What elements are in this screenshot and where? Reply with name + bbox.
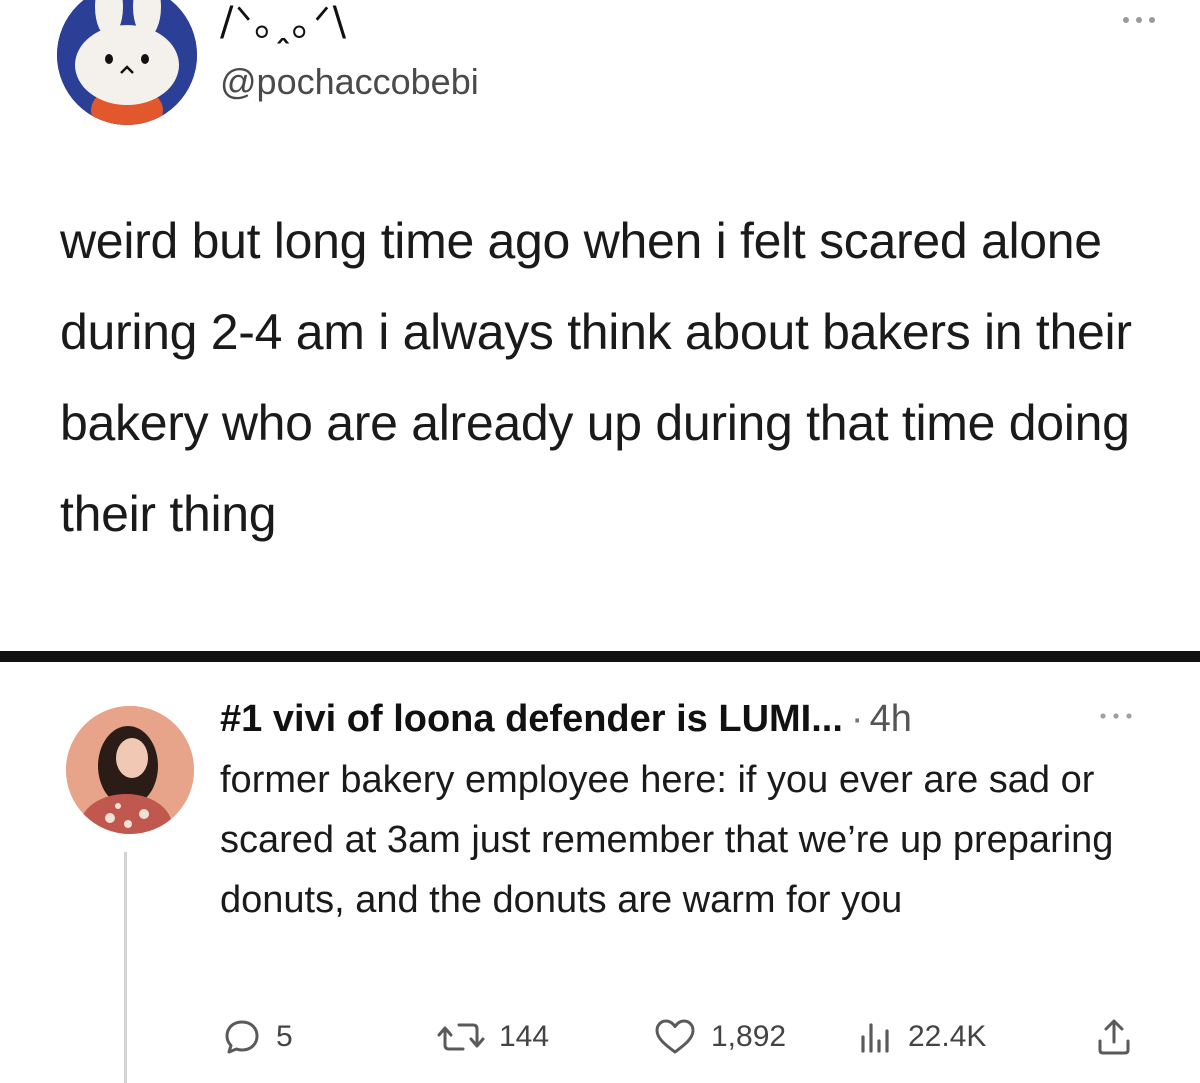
- divider: [0, 651, 1200, 662]
- view-count: 22.4K: [908, 1020, 987, 1053]
- share-button[interactable]: [1094, 1014, 1134, 1060]
- person-avatar-icon: [66, 706, 194, 834]
- reply-timestamp[interactable]: 4h: [870, 698, 912, 740]
- reply-display-name[interactable]: #1 vivi of loona defender is LUMI...: [220, 698, 843, 740]
- reply-more-options-button[interactable]: [1096, 708, 1136, 724]
- more-options-button[interactable]: [1118, 8, 1160, 32]
- reply-text: former bakery employee here: if you ever…: [220, 759, 1114, 921]
- avatar[interactable]: [57, 0, 197, 125]
- bunny-avatar-icon: [57, 0, 197, 125]
- repost-count: 144: [499, 1020, 550, 1053]
- bar-chart-icon: [861, 1023, 889, 1053]
- more-horizontal-icon: [1100, 713, 1132, 719]
- repost-arrows-icon: [437, 1023, 485, 1051]
- comment-bubble-icon: [225, 1020, 259, 1054]
- share-upload-icon: [1098, 1019, 1130, 1055]
- like-count: 1,892: [711, 1020, 787, 1053]
- thread-line: [124, 852, 127, 1083]
- more-horizontal-icon: [1123, 17, 1155, 23]
- like-button[interactable]: 1,892: [653, 1014, 786, 1060]
- repost-button[interactable]: 144: [437, 1014, 549, 1060]
- reply-header: #1 vivi of loona defender is LUMI... · 4h: [220, 694, 912, 744]
- reply-button[interactable]: 5: [222, 1014, 293, 1060]
- reply-avatar[interactable]: [66, 706, 194, 834]
- display-name[interactable]: /ᐠ｡ꞈ｡ᐟ\: [220, 2, 348, 42]
- post-text: weird but long time ago when i felt scar…: [60, 213, 1132, 542]
- separator-dot: ·: [850, 698, 864, 740]
- views-button[interactable]: 22.4K: [858, 1014, 986, 1060]
- reply-count: 5: [276, 1020, 293, 1053]
- original-post: /ᐠ｡ꞈ｡ᐟ\ @pochaccobebi weird but long tim…: [0, 0, 1200, 648]
- heart-icon: [655, 1019, 695, 1054]
- user-handle[interactable]: @pochaccobebi: [220, 60, 479, 104]
